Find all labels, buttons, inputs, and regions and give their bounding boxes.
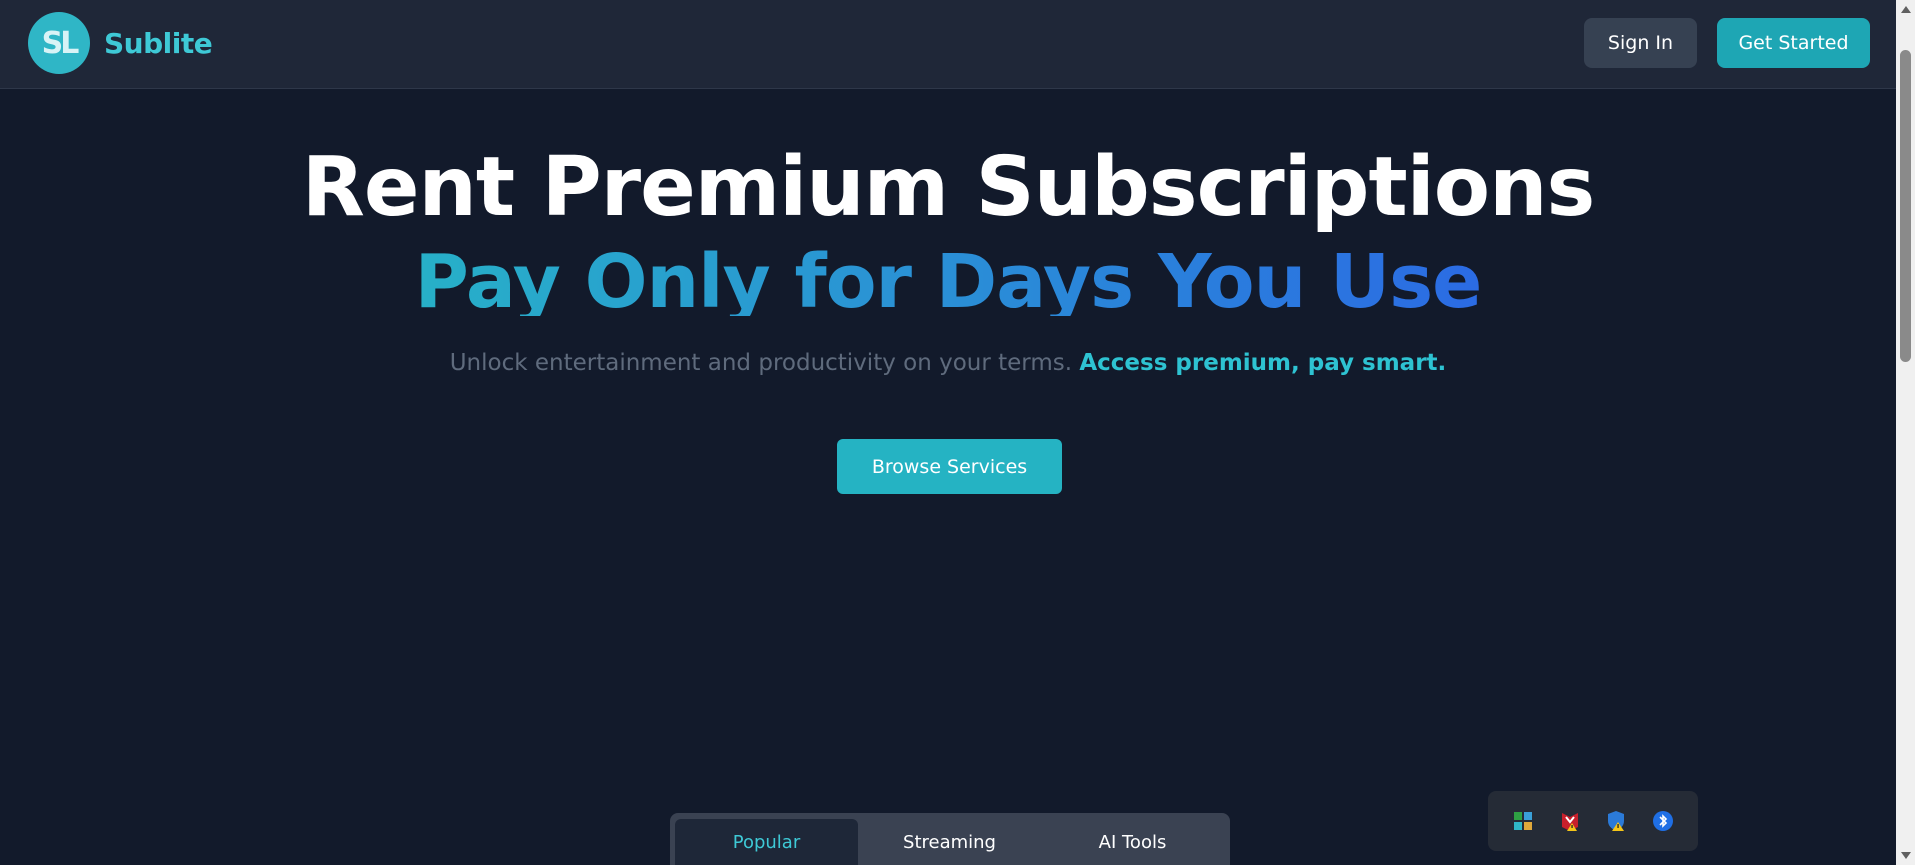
- tab-ai-tools[interactable]: AI Tools: [1041, 819, 1224, 865]
- scroll-thumb[interactable]: [1900, 50, 1911, 362]
- bluetooth-icon[interactable]: [1651, 809, 1675, 833]
- tagline-text: Unlock entertainment and productivity on…: [449, 350, 1073, 376]
- tab-streaming[interactable]: Streaming: [858, 819, 1041, 865]
- tab-popular[interactable]: Popular: [675, 819, 858, 865]
- defender-warning-icon[interactable]: [1604, 809, 1628, 833]
- hero-title: Rent Premium Subscriptions: [301, 140, 1596, 235]
- sign-in-button[interactable]: Sign In: [1584, 18, 1697, 68]
- hero-subtitle: Pay Only for Days You Use: [415, 238, 1483, 316]
- browse-services-button[interactable]: Browse Services: [837, 439, 1062, 494]
- category-tabs: Popular Streaming AI Tools: [670, 813, 1230, 865]
- brand-name: Sublite: [104, 26, 213, 60]
- logo: SL: [28, 12, 90, 74]
- app-grid-icon[interactable]: [1511, 809, 1535, 833]
- brand[interactable]: SL Sublite: [28, 12, 213, 74]
- hero-tagline: Unlock entertainment and productivity on…: [0, 348, 1896, 378]
- system-tray-popup: [1488, 791, 1698, 851]
- mcafee-warning-icon[interactable]: [1558, 809, 1582, 833]
- scroll-up-arrow-icon[interactable]: [1901, 6, 1911, 13]
- top-navbar: SL Sublite Sign In Get Started: [0, 0, 1896, 89]
- hero-subtitle-container: Pay Only for Days You Use: [0, 238, 1896, 316]
- page-scrollbar[interactable]: [1896, 0, 1915, 865]
- get-started-button[interactable]: Get Started: [1717, 18, 1870, 68]
- scroll-down-arrow-icon[interactable]: [1901, 852, 1911, 859]
- tagline-highlight: Access premium, pay smart.: [1079, 350, 1447, 376]
